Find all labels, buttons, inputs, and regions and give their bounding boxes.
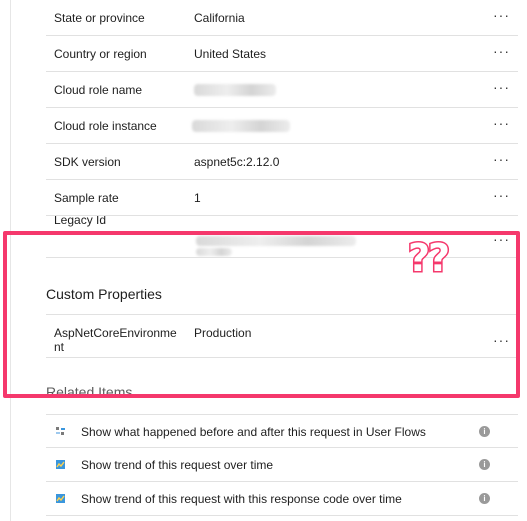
- more-options-icon[interactable]: ···: [493, 8, 510, 22]
- info-icon[interactable]: i: [479, 493, 490, 504]
- trend-chart-icon: [56, 460, 65, 469]
- property-row: State or province California ···: [46, 0, 518, 36]
- property-value: United States: [194, 47, 267, 61]
- user-flows-icon: [56, 427, 65, 435]
- property-key: Sample rate: [54, 191, 119, 205]
- property-row: Sample rate 1 ···: [46, 180, 518, 216]
- related-item-trend[interactable]: Show trend of this request over time i: [46, 448, 518, 482]
- more-options-icon[interactable]: ···: [493, 44, 510, 58]
- trend-chart-icon: [56, 494, 65, 503]
- property-key: Legacy Id: [54, 216, 107, 227]
- more-options-icon[interactable]: ···: [493, 116, 510, 130]
- property-value: California: [194, 11, 245, 25]
- related-items-list: Show what happened before and after this…: [46, 414, 518, 516]
- property-row: Cloud role instance ···: [46, 108, 518, 144]
- question-marks-annotation: ??: [406, 236, 451, 280]
- redacted-value: [192, 120, 290, 132]
- info-icon[interactable]: i: [479, 426, 490, 437]
- property-key: Cloud role instance: [54, 119, 157, 133]
- more-options-icon[interactable]: ···: [493, 188, 510, 202]
- related-item-label: Show what happened before and after this…: [81, 425, 426, 439]
- property-value: 1: [194, 191, 201, 205]
- property-value: aspnet5c:2.12.0: [194, 155, 280, 169]
- properties-table: State or province California ··· Country…: [46, 0, 518, 216]
- related-item-label: Show trend of this request over time: [81, 458, 274, 472]
- property-key: Cloud role name: [54, 83, 143, 97]
- more-options-icon[interactable]: ···: [493, 152, 510, 166]
- info-icon[interactable]: i: [479, 459, 490, 470]
- property-row: Country or region United States ···: [46, 36, 518, 72]
- property-key: Country or region: [54, 47, 147, 61]
- related-item-trend-response-code[interactable]: Show trend of this request with this res…: [46, 482, 518, 516]
- more-options-icon[interactable]: ···: [493, 80, 510, 94]
- related-item-label: Show trend of this request with this res…: [81, 492, 402, 506]
- property-key: State or province: [54, 11, 145, 25]
- related-item-user-flows[interactable]: Show what happened before and after this…: [46, 414, 518, 448]
- redacted-value: [194, 84, 276, 96]
- property-key: SDK version: [54, 155, 121, 169]
- property-row: Cloud role name ···: [46, 72, 518, 108]
- property-row: SDK version aspnet5c:2.12.0 ···: [46, 144, 518, 180]
